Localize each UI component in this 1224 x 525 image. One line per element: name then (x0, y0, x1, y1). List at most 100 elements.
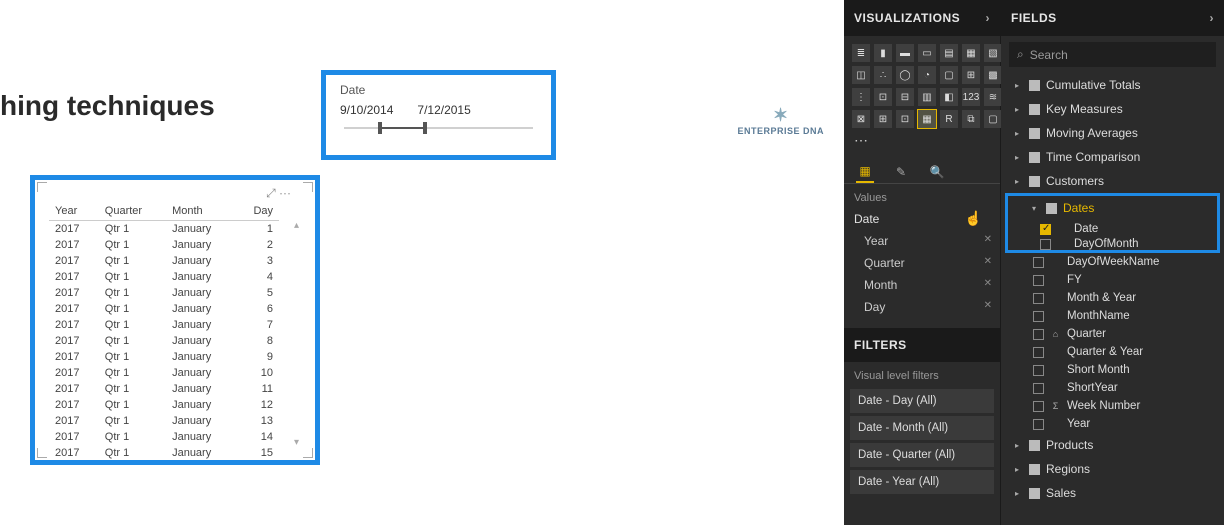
checkbox-icon[interactable] (1033, 419, 1044, 430)
table-row[interactable]: 2017Qtr 1January4 (49, 269, 279, 285)
remove-icon[interactable]: ✕ (984, 234, 992, 245)
search-input[interactable]: ⌕ Search (1009, 42, 1216, 67)
col-year[interactable]: Year (49, 202, 99, 221)
viz-type-1[interactable]: ▮ (874, 44, 892, 62)
viz-type-9[interactable]: ◯ (896, 66, 914, 84)
table-row[interactable]: 2017Qtr 1January15 (49, 445, 279, 461)
field-month-year[interactable]: Month & Year (1001, 289, 1224, 307)
viz-type-27[interactable]: ▢ (984, 110, 1002, 128)
analytics-tab[interactable]: 🔍 (928, 161, 946, 183)
viz-type-20[interactable]: ≋ (984, 88, 1002, 106)
table-row[interactable]: 2017Qtr 1January12 (49, 397, 279, 413)
values-field-year[interactable]: Year✕ (844, 230, 1000, 252)
field-dayofmonth[interactable]: DayOfMonth (1008, 238, 1217, 250)
table-row[interactable]: 2017Qtr 1January14 (49, 429, 279, 445)
table-row[interactable]: 2017Qtr 1January10 (49, 365, 279, 381)
checkbox-icon[interactable] (1033, 275, 1044, 286)
viz-type-18[interactable]: ◧ (940, 88, 958, 106)
table-row[interactable]: 2017Qtr 1January7 (49, 317, 279, 333)
table-customers[interactable]: ▸Customers (1001, 169, 1224, 193)
viz-type-5[interactable]: ▦ (962, 44, 980, 62)
field-short-month[interactable]: Short Month (1001, 361, 1224, 379)
col-month[interactable]: Month (166, 202, 236, 221)
table-regions[interactable]: ▸Regions (1001, 457, 1224, 481)
viz-type-7[interactable]: ◫ (852, 66, 870, 84)
table-row[interactable]: 2017Qtr 1January9 (49, 349, 279, 365)
table-key-measures[interactable]: ▸Key Measures (1001, 97, 1224, 121)
table-cumulative-totals[interactable]: ▸Cumulative Totals (1001, 73, 1224, 97)
checkbox-icon[interactable] (1033, 401, 1044, 412)
values-field-day[interactable]: Day✕ (844, 296, 1000, 318)
values-field-quarter[interactable]: Quarter✕ (844, 252, 1000, 274)
viz-type-15[interactable]: ⊡ (874, 88, 892, 106)
slicer-handle-start[interactable] (378, 122, 382, 134)
filter-row[interactable]: Date - Month (All) (850, 416, 994, 440)
checkbox-icon[interactable] (1033, 383, 1044, 394)
slicer-handle-end[interactable] (423, 122, 427, 134)
table-row[interactable]: 2017Qtr 1January3 (49, 253, 279, 269)
viz-type-19[interactable]: 123 (962, 88, 980, 106)
viz-type-22[interactable]: ⊞ (874, 110, 892, 128)
table-products[interactable]: ▸Products (1001, 433, 1224, 457)
slicer-start[interactable]: 9/10/2014 (340, 103, 393, 117)
viz-type-14[interactable]: ⋮ (852, 88, 870, 106)
remove-icon[interactable]: ✕ (984, 256, 992, 267)
date-table-visual[interactable]: ⤢ ⋯ ▴ ▾ YearQuarterMonthDay 2017Qtr 1Jan… (30, 175, 320, 465)
visualizations-header[interactable]: VISUALIZATIONS› (844, 0, 1000, 36)
field-date[interactable]: Date (1008, 220, 1217, 238)
col-day[interactable]: Day (236, 202, 279, 221)
filter-row[interactable]: Date - Day (All) (850, 389, 994, 413)
checkbox-icon[interactable] (1033, 347, 1044, 358)
table-row[interactable]: 2017Qtr 1January13 (49, 413, 279, 429)
more-visuals-icon[interactable]: ⋯ (844, 132, 1000, 155)
scroll-up-icon[interactable]: ▴ (294, 220, 299, 231)
table-row[interactable]: 2017Qtr 1January6 (49, 301, 279, 317)
field-dayofweekname[interactable]: DayOfWeekName (1001, 253, 1224, 271)
slicer-end[interactable]: 7/12/2015 (417, 103, 470, 117)
viz-type-2[interactable]: ▬ (896, 44, 914, 62)
filter-row[interactable]: Date - Quarter (All) (850, 443, 994, 467)
table-row[interactable]: 2017Qtr 1January2 (49, 237, 279, 253)
viz-type-17[interactable]: ▥ (918, 88, 936, 106)
values-field-month[interactable]: Month✕ (844, 274, 1000, 296)
slicer-track[interactable] (344, 127, 533, 129)
field-year[interactable]: Year (1001, 415, 1224, 433)
format-tab[interactable]: ✎ (892, 161, 910, 183)
field-week-number[interactable]: ΣWeek Number (1001, 397, 1224, 415)
field-shortyear[interactable]: ShortYear (1001, 379, 1224, 397)
field-monthname[interactable]: MonthName (1001, 307, 1224, 325)
viz-type-11[interactable]: ▢ (940, 66, 958, 84)
viz-type-4[interactable]: ▤ (940, 44, 958, 62)
filters-header[interactable]: FILTERS (844, 328, 1000, 362)
viz-type-12[interactable]: ⊞ (962, 66, 980, 84)
field-quarter[interactable]: ⌂Quarter (1001, 325, 1224, 343)
table-row[interactable]: 2017Qtr 1January1 (49, 221, 279, 238)
viz-type-21[interactable]: ⊠ (852, 110, 870, 128)
viz-type-16[interactable]: ⊟ (896, 88, 914, 106)
checkbox-icon[interactable] (1033, 293, 1044, 304)
table-row[interactable]: 2017Qtr 1January11 (49, 381, 279, 397)
table-dates[interactable]: ▾Dates (1008, 196, 1217, 220)
viz-type-26[interactable]: ⧉ (962, 110, 980, 128)
checkbox-icon[interactable] (1040, 239, 1051, 250)
report-canvas[interactable]: hing techniques ENTERPRISE DNA Date 9/10… (0, 0, 844, 525)
visual-options-icon[interactable]: ⤢ ⋯ (266, 186, 291, 201)
viz-type-24[interactable]: ▦ (918, 110, 936, 128)
table-row[interactable]: 2017Qtr 1January8 (49, 333, 279, 349)
viz-type-3[interactable]: ▭ (918, 44, 936, 62)
col-quarter[interactable]: Quarter (99, 202, 166, 221)
viz-type-10[interactable]: ◔ (918, 66, 936, 84)
checkbox-icon[interactable] (1033, 329, 1044, 340)
viz-type-0[interactable]: ≣ (852, 44, 870, 62)
remove-icon[interactable]: ✕ (984, 278, 992, 289)
table-sales[interactable]: ▸Sales (1001, 481, 1224, 505)
table-time-comparison[interactable]: ▸Time Comparison (1001, 145, 1224, 169)
fields-well-tab[interactable]: ▦ (856, 161, 874, 183)
viz-type-13[interactable]: ▩ (984, 66, 1002, 84)
scroll-down-icon[interactable]: ▾ (294, 437, 299, 448)
viz-type-25[interactable]: R (940, 110, 958, 128)
checkbox-icon[interactable] (1033, 311, 1044, 322)
field-quarter-year[interactable]: Quarter & Year (1001, 343, 1224, 361)
table-moving-averages[interactable]: ▸Moving Averages (1001, 121, 1224, 145)
date-slicer[interactable]: Date 9/10/2014 7/12/2015 (321, 70, 556, 160)
